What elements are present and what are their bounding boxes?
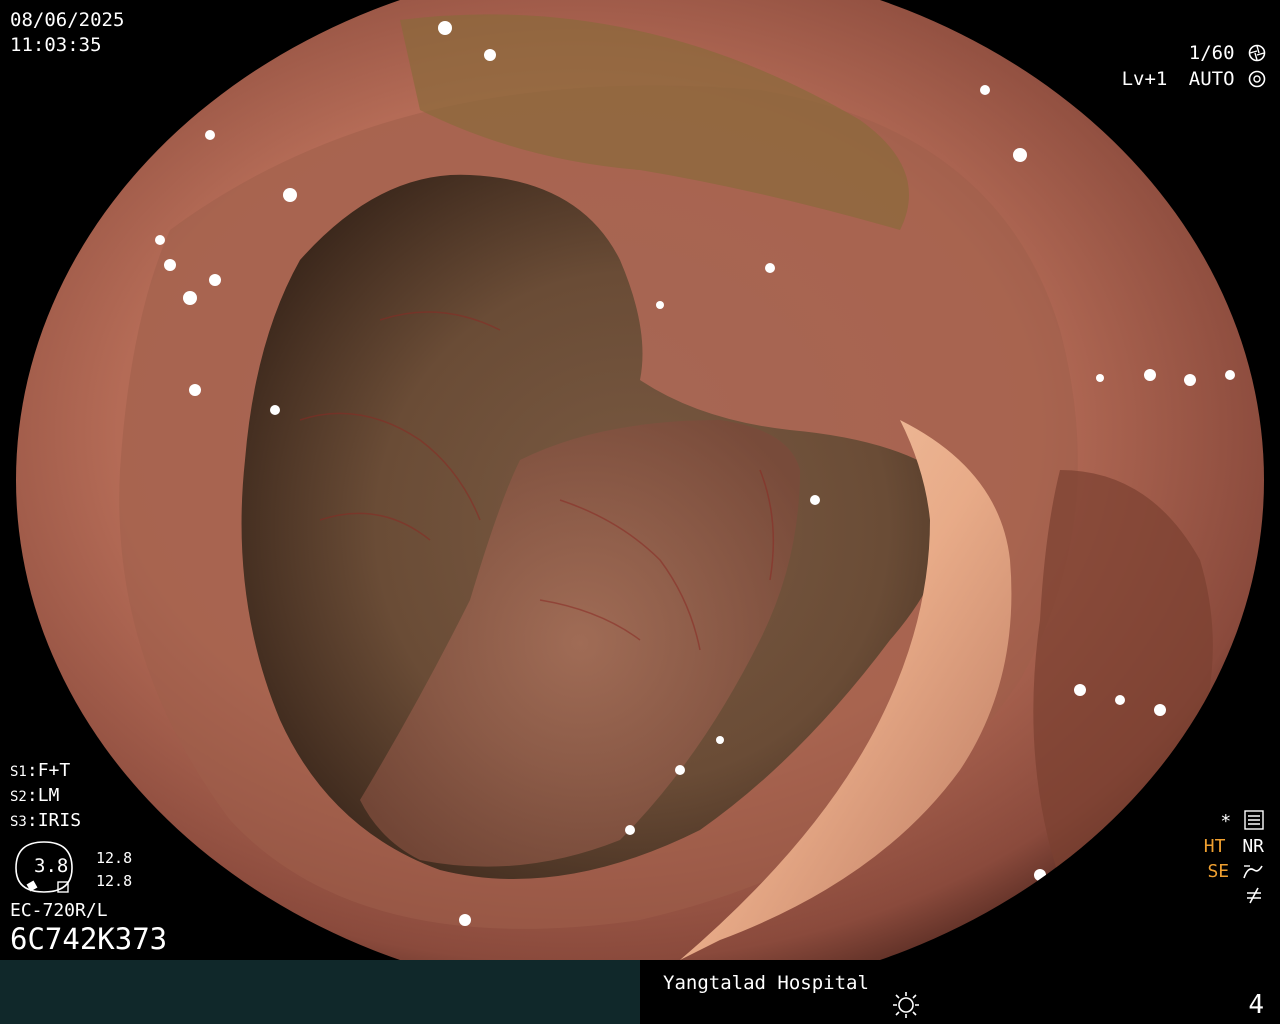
exposure-readout: Lv+1 AUTO: [1122, 68, 1266, 90]
shutter-readout: 1/60: [1189, 42, 1266, 64]
zoom-value: 3.8: [34, 855, 69, 877]
endoscope-screen: 08/06/2025 11:03:35 1/60 Lv+1 AUTO S1:F+…: [0, 0, 1280, 1024]
setting-s2: S2:LM: [10, 785, 60, 806]
setting-s1: S1:F+T: [10, 760, 71, 781]
date-readout: 08/06/2025: [10, 9, 125, 31]
time-readout: 11:03:35: [10, 34, 102, 56]
nr-indicator: NR: [1242, 836, 1264, 857]
ht-indicator: HT: [1203, 836, 1226, 857]
shutter-value: 1/60: [1188, 42, 1235, 64]
endoscopic-image: [16, 0, 1264, 960]
zoom-range-a: 12.8: [96, 849, 133, 867]
aperture-icon: [1248, 44, 1266, 62]
curve-icon: [1243, 865, 1263, 879]
indicator-ne-row: [1242, 885, 1264, 907]
scope-model: EC-720R/L: [10, 900, 108, 921]
hospital-name: Yangtalad Hospital: [663, 972, 869, 994]
indicator-ht-row: HT NR: [1204, 836, 1264, 857]
star-indicator: *: [1220, 811, 1232, 832]
exposure-value: AUTO: [1188, 68, 1235, 90]
indicator-se-row: SE: [1207, 861, 1264, 882]
footer-left-panel: [0, 960, 640, 1024]
level-value: Lv+1: [1121, 68, 1168, 90]
image-number: 4: [1248, 990, 1264, 1020]
menu-icon: [1244, 810, 1264, 830]
zoom-range-b: 12.8: [96, 872, 133, 890]
indicator-star-row: *: [1220, 810, 1264, 832]
scope-serial: 6C742K373: [10, 922, 168, 956]
sun-icon: [893, 992, 919, 1018]
setting-s3: S3:IRIS: [10, 810, 82, 831]
auto-iris-icon: [1248, 70, 1266, 88]
not-equal-icon: [1247, 887, 1261, 904]
se-indicator: SE: [1207, 861, 1230, 882]
